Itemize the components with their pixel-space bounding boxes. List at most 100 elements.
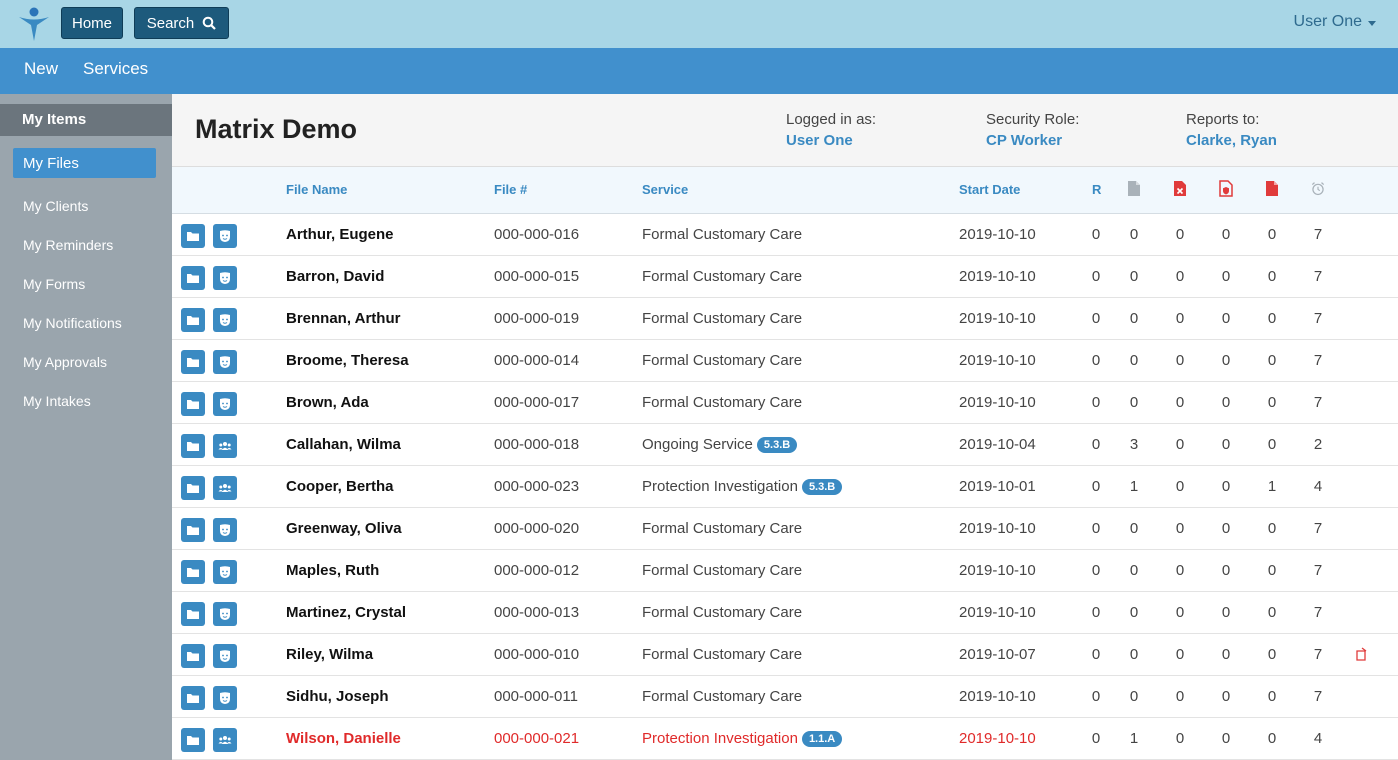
person-button[interactable] bbox=[213, 350, 237, 374]
count-documents: 0 bbox=[1129, 520, 1139, 537]
count-protected: 0 bbox=[1221, 352, 1231, 369]
family-button[interactable] bbox=[213, 728, 237, 752]
nav-services-link[interactable]: Services bbox=[83, 59, 148, 79]
file-number: 000-000-013 bbox=[494, 604, 580, 621]
count-deleted: 0 bbox=[1175, 352, 1185, 369]
alarm-clock-icon[interactable] bbox=[1311, 180, 1325, 197]
column-r[interactable]: R bbox=[1092, 182, 1101, 197]
table-row[interactable]: Broome, Theresa 000-000-014 Formal Custo… bbox=[172, 340, 1398, 382]
count-r: 0 bbox=[1091, 394, 1101, 411]
table-row[interactable]: Callahan, Wilma 000-000-018 Ongoing Serv… bbox=[172, 424, 1398, 466]
family-button[interactable] bbox=[213, 476, 237, 500]
file-name[interactable]: Callahan, Wilma bbox=[286, 436, 401, 453]
open-folder-button[interactable] bbox=[181, 686, 205, 710]
sidebar-item-my-forms[interactable]: My Forms bbox=[23, 276, 85, 292]
count-red-documents: 0 bbox=[1267, 268, 1277, 285]
open-folder-button[interactable] bbox=[181, 728, 205, 752]
family-button[interactable] bbox=[213, 434, 237, 458]
open-folder-button[interactable] bbox=[181, 350, 205, 374]
open-folder-button[interactable] bbox=[181, 224, 205, 248]
open-folder-button[interactable] bbox=[181, 308, 205, 332]
open-folder-button[interactable] bbox=[181, 392, 205, 416]
open-folder-button[interactable] bbox=[181, 476, 205, 500]
file-name[interactable]: Brown, Ada bbox=[286, 394, 369, 411]
sidebar-item-my-notifications[interactable]: My Notifications bbox=[23, 315, 122, 331]
file-name[interactable]: Maples, Ruth bbox=[286, 562, 379, 579]
file-number: 000-000-010 bbox=[494, 646, 580, 663]
table-row[interactable]: Sidhu, Joseph 000-000-011 Formal Customa… bbox=[172, 676, 1398, 718]
open-folder-button[interactable] bbox=[181, 560, 205, 584]
count-protected: 0 bbox=[1221, 478, 1231, 495]
document-delete-icon[interactable] bbox=[1173, 180, 1187, 197]
person-button[interactable] bbox=[213, 224, 237, 248]
sidebar-item-my-reminders[interactable]: My Reminders bbox=[23, 237, 113, 253]
file-name[interactable]: Barron, David bbox=[286, 268, 384, 285]
user-menu[interactable]: User One bbox=[1294, 13, 1376, 31]
open-folder-button[interactable] bbox=[181, 434, 205, 458]
reports-to-link[interactable]: Clarke, Ryan bbox=[1186, 132, 1277, 149]
file-name[interactable]: Cooper, Bertha bbox=[286, 478, 394, 495]
count-protected: 0 bbox=[1221, 562, 1231, 579]
open-folder-button[interactable] bbox=[181, 518, 205, 542]
table-row[interactable]: Greenway, Oliva 000-000-020 Formal Custo… bbox=[172, 508, 1398, 550]
start-date: 2019-10-10 bbox=[959, 730, 1036, 747]
service-code-badge: 5.3.B bbox=[801, 479, 843, 495]
person-button[interactable] bbox=[213, 644, 237, 668]
open-folder-button[interactable] bbox=[181, 644, 205, 668]
person-button[interactable] bbox=[213, 602, 237, 626]
table-row[interactable]: Brown, Ada 000-000-017 Formal Customary … bbox=[172, 382, 1398, 424]
document-shield-icon[interactable] bbox=[1219, 180, 1233, 197]
count-alarms: 7 bbox=[1313, 310, 1323, 327]
search-button[interactable]: Search bbox=[134, 7, 229, 39]
security-role-link[interactable]: CP Worker bbox=[986, 132, 1079, 149]
table-row[interactable]: Riley, Wilma 000-000-010 Formal Customar… bbox=[172, 634, 1398, 676]
table-row[interactable]: Brennan, Arthur 000-000-019 Formal Custo… bbox=[172, 298, 1398, 340]
sidebar-item-my-files[interactable]: My Files bbox=[13, 148, 156, 178]
table-row[interactable]: Maples, Ruth 000-000-012 Formal Customar… bbox=[172, 550, 1398, 592]
document-red-icon[interactable] bbox=[1265, 180, 1279, 197]
table-row[interactable]: Wilson, Danielle 000-000-021 Protection … bbox=[172, 718, 1398, 760]
sidebar-item-my-intakes[interactable]: My Intakes bbox=[23, 393, 91, 409]
nav-new-link[interactable]: New bbox=[24, 59, 58, 79]
person-button[interactable] bbox=[213, 308, 237, 332]
person-button[interactable] bbox=[213, 560, 237, 584]
file-number: 000-000-012 bbox=[494, 562, 580, 579]
column-start-date[interactable]: Start Date bbox=[959, 182, 1020, 197]
start-date: 2019-10-10 bbox=[959, 226, 1036, 243]
count-protected: 0 bbox=[1221, 226, 1231, 243]
service: Formal Customary Care bbox=[642, 268, 803, 285]
folder-icon bbox=[187, 400, 199, 409]
file-name[interactable]: Brennan, Arthur bbox=[286, 310, 400, 327]
sidebar-item-my-approvals[interactable]: My Approvals bbox=[23, 354, 107, 370]
file-name[interactable]: Arthur, Eugene bbox=[286, 226, 394, 243]
column-file-number[interactable]: File # bbox=[494, 182, 527, 197]
count-deleted: 0 bbox=[1175, 520, 1185, 537]
table-row[interactable]: Barron, David 000-000-015 Formal Customa… bbox=[172, 256, 1398, 298]
logged-in-user-link[interactable]: User One bbox=[786, 132, 876, 149]
person-button[interactable] bbox=[213, 686, 237, 710]
child-face-icon bbox=[220, 398, 230, 410]
count-r: 0 bbox=[1091, 520, 1101, 537]
table-row[interactable]: Martinez, Crystal 000-000-013 Formal Cus… bbox=[172, 592, 1398, 634]
person-button[interactable] bbox=[213, 518, 237, 542]
file-name[interactable]: Broome, Theresa bbox=[286, 352, 409, 369]
file-name[interactable]: Martinez, Crystal bbox=[286, 604, 406, 621]
file-name[interactable]: Wilson, Danielle bbox=[286, 730, 401, 747]
file-name[interactable]: Sidhu, Joseph bbox=[286, 688, 389, 705]
person-button[interactable] bbox=[213, 392, 237, 416]
file-name[interactable]: Greenway, Oliva bbox=[286, 520, 402, 537]
person-button[interactable] bbox=[213, 266, 237, 290]
open-folder-button[interactable] bbox=[181, 602, 205, 626]
file-name[interactable]: Riley, Wilma bbox=[286, 646, 373, 663]
notification-icon[interactable] bbox=[1354, 647, 1368, 662]
column-service[interactable]: Service bbox=[642, 182, 688, 197]
column-file-name[interactable]: File Name bbox=[286, 182, 347, 197]
table-row[interactable]: Arthur, Eugene 000-000-016 Formal Custom… bbox=[172, 214, 1398, 256]
document-icon[interactable] bbox=[1127, 180, 1141, 197]
home-button[interactable]: Home bbox=[61, 7, 123, 39]
open-folder-button[interactable] bbox=[181, 266, 205, 290]
logo-icon[interactable] bbox=[18, 6, 50, 42]
sidebar-item-my-clients[interactable]: My Clients bbox=[23, 198, 88, 214]
count-deleted: 0 bbox=[1175, 394, 1185, 411]
table-row[interactable]: Cooper, Bertha 000-000-023 Protection In… bbox=[172, 466, 1398, 508]
